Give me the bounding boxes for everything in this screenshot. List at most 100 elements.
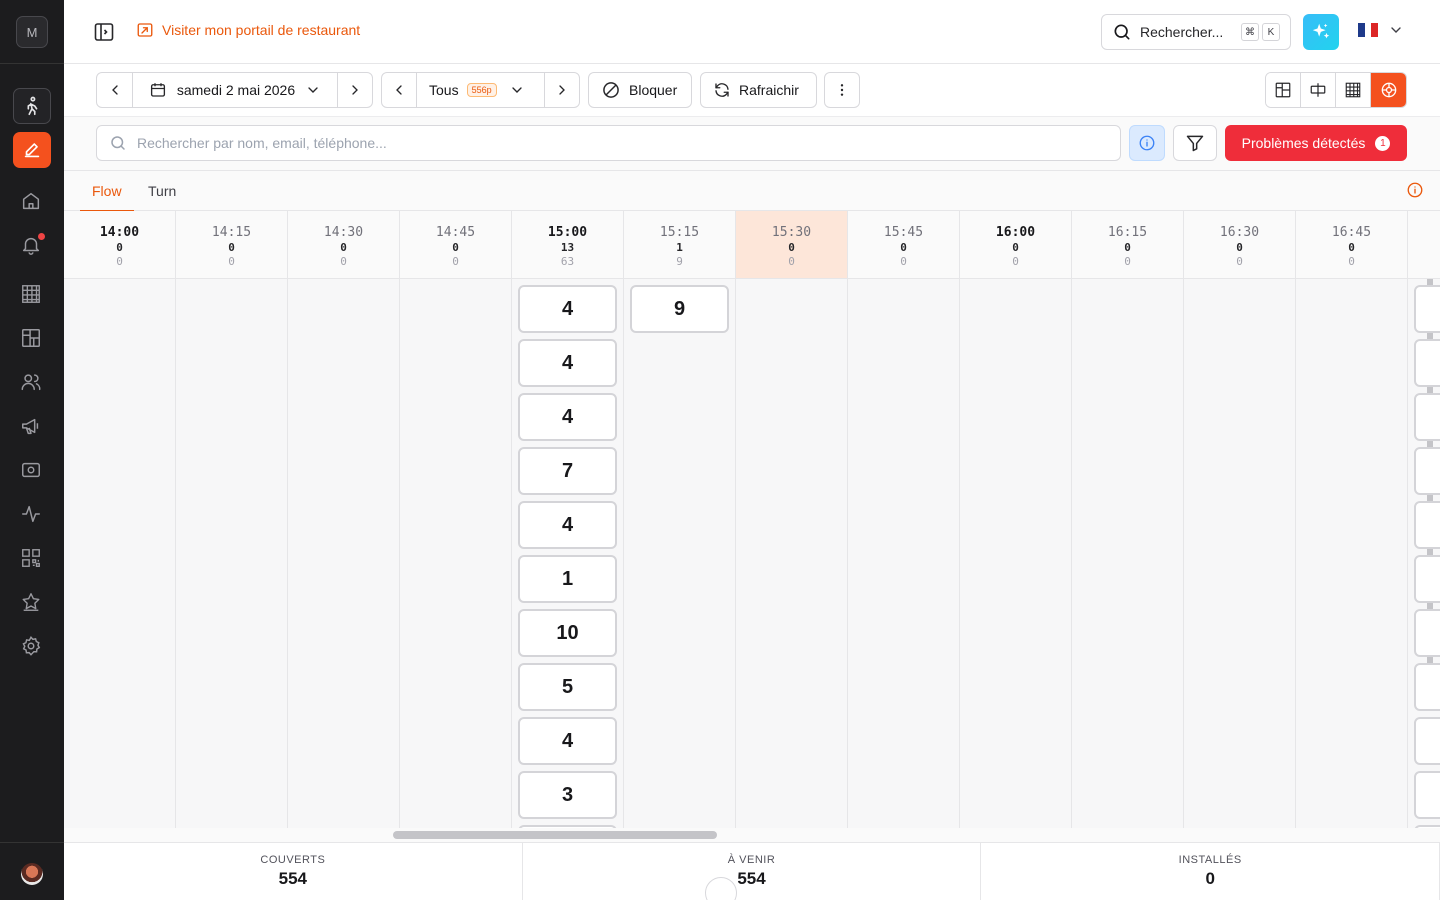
- sidebar-item-calendar[interactable]: [20, 283, 44, 307]
- view-grid-button[interactable]: [1336, 73, 1371, 107]
- service-label: Tous: [429, 82, 459, 98]
- tab-flow[interactable]: Flow: [80, 171, 133, 212]
- calendar-icon: [150, 83, 165, 97]
- time-slot-covers: 0: [228, 241, 235, 254]
- sidebar-item-reviews[interactable]: [20, 591, 44, 615]
- reservation-search: [96, 125, 1121, 161]
- language-selector[interactable]: [1358, 22, 1404, 38]
- portal-link[interactable]: Visiter mon portail de restaurant: [136, 21, 360, 39]
- toolbar: samedi 2 mai 2026 Tous 556p Bloquer Rafr…: [64, 64, 1440, 117]
- time-slot-header[interactable]: 16:00 0 0: [960, 211, 1071, 279]
- problems-count-badge: 1: [1375, 135, 1391, 151]
- search-icon: [1114, 24, 1130, 40]
- sidebar-item-home[interactable]: [20, 190, 44, 214]
- reservation-card[interactable]: 5: [518, 663, 617, 711]
- problems-label: Problèmes détectés: [1241, 135, 1366, 151]
- date-picker-button[interactable]: samedi 2 mai 2026: [133, 73, 338, 107]
- sidebar-item-customers[interactable]: [20, 371, 44, 395]
- ai-assistant-button[interactable]: [1303, 14, 1339, 50]
- time-slot-label: 16:15: [1107, 225, 1148, 240]
- time-slot-column: 15:30 0 0: [736, 211, 848, 828]
- time-slot-header[interactable]: 16:45 0 0: [1296, 211, 1407, 279]
- time-slot-column: 16:15 0 0: [1072, 211, 1184, 828]
- view-flow-button[interactable]: [1371, 73, 1406, 107]
- time-slot-covers: 0: [788, 241, 795, 254]
- workspace-avatar[interactable]: M: [16, 16, 48, 48]
- panel-toggle-button[interactable]: [92, 20, 116, 44]
- service-prev-button[interactable]: [382, 73, 417, 107]
- time-slot-covers: 0: [452, 241, 459, 254]
- reservation-card[interactable]: [1414, 285, 1440, 333]
- view-split-button[interactable]: [1301, 73, 1336, 107]
- sidebar-item-marketing[interactable]: [20, 415, 44, 439]
- view-floorplan-button[interactable]: [1266, 73, 1301, 107]
- info-button[interactable]: [1129, 125, 1165, 161]
- date-navigator: samedi 2 mai 2026: [96, 72, 373, 108]
- time-slot-label: 14:45: [435, 225, 476, 240]
- reservation-card[interactable]: [1414, 447, 1440, 495]
- time-slot-header[interactable]: 14:15 0 0: [176, 211, 287, 279]
- reservation-card[interactable]: 4: [518, 285, 617, 333]
- time-slot-subtotal: 0: [1124, 255, 1131, 268]
- sidebar-item-analytics[interactable]: [20, 503, 44, 527]
- reservation-card[interactable]: [1414, 771, 1440, 819]
- service-select[interactable]: Tous 556p: [417, 73, 545, 107]
- sidebar-item-notifications[interactable]: [20, 233, 45, 258]
- time-slot-covers: 0: [340, 241, 347, 254]
- reservation-card[interactable]: 4: [518, 339, 617, 387]
- reservation-card[interactable]: 4: [518, 393, 617, 441]
- tab-turn[interactable]: Turn: [148, 171, 176, 211]
- time-slot-header[interactable]: 16:15 0 0: [1072, 211, 1183, 279]
- tabs-info-button[interactable]: [1406, 181, 1424, 199]
- service-next-button[interactable]: [545, 73, 579, 107]
- reservation-card[interactable]: 9: [630, 285, 729, 333]
- reservation-card[interactable]: 7: [518, 447, 617, 495]
- sidebar-item-qr[interactable]: [20, 547, 44, 571]
- reservation-card[interactable]: [1414, 555, 1440, 603]
- reservation-card[interactable]: [1414, 393, 1440, 441]
- time-slot-header[interactable]: 15:00 13 63: [512, 211, 623, 279]
- reservation-card[interactable]: 1: [518, 555, 617, 603]
- sidebar-item-settings[interactable]: [20, 635, 44, 659]
- reservation-card[interactable]: [1414, 717, 1440, 765]
- time-slot-header[interactable]: 15:45 0 0: [848, 211, 959, 279]
- reservation-card[interactable]: [1414, 501, 1440, 549]
- reservation-card[interactable]: [1414, 339, 1440, 387]
- user-avatar[interactable]: [21, 863, 43, 885]
- filter-button[interactable]: [1173, 125, 1217, 161]
- sidebar-item-payments[interactable]: [20, 459, 44, 483]
- time-slot-header[interactable]: 14:30 0 0: [288, 211, 399, 279]
- reservation-card[interactable]: 4: [518, 717, 617, 765]
- search-icon: [111, 136, 125, 150]
- time-slot-subtotal: 9: [676, 255, 683, 268]
- reservation-card[interactable]: [1414, 609, 1440, 657]
- time-slot-header[interactable]: 16:30 0 0: [1184, 211, 1295, 279]
- split-icon: [1310, 83, 1326, 97]
- stat-value: 0: [1205, 869, 1215, 888]
- block-button[interactable]: Bloquer: [588, 72, 692, 108]
- sidebar-item-floorplan[interactable]: [20, 327, 44, 351]
- reservation-search-input[interactable]: [137, 135, 1037, 151]
- time-slot-header[interactable]: [1408, 211, 1440, 279]
- sidebar-item-walk-in[interactable]: [13, 88, 51, 124]
- time-slot-header[interactable]: 14:00 0 0: [64, 211, 175, 279]
- time-slot-header[interactable]: 15:30 0 0: [736, 211, 847, 279]
- reservation-card[interactable]: 3: [518, 771, 617, 819]
- more-options-button[interactable]: [824, 72, 860, 108]
- star-icon: [22, 593, 40, 611]
- time-slot-header[interactable]: 14:45 0 0: [400, 211, 511, 279]
- reservation-card[interactable]: 10: [518, 609, 617, 657]
- problems-detected-button[interactable]: Problèmes détectés 1: [1225, 125, 1407, 161]
- time-slot-label: 14:30: [323, 225, 364, 240]
- time-slot-label: 16:00: [995, 225, 1036, 240]
- horizontal-scrollbar[interactable]: [393, 831, 717, 839]
- date-prev-button[interactable]: [97, 73, 133, 107]
- reservation-card[interactable]: [1414, 663, 1440, 711]
- refresh-button[interactable]: Rafraichir: [700, 72, 817, 108]
- time-slot-header[interactable]: 15:15 1 9: [624, 211, 735, 279]
- sidebar-item-reservations[interactable]: [13, 132, 51, 168]
- reservation-card[interactable]: 4: [518, 501, 617, 549]
- date-next-button[interactable]: [338, 73, 372, 107]
- france-flag-icon: [1358, 23, 1379, 37]
- global-search-button[interactable]: Rechercher... ⌘ K: [1101, 14, 1291, 50]
